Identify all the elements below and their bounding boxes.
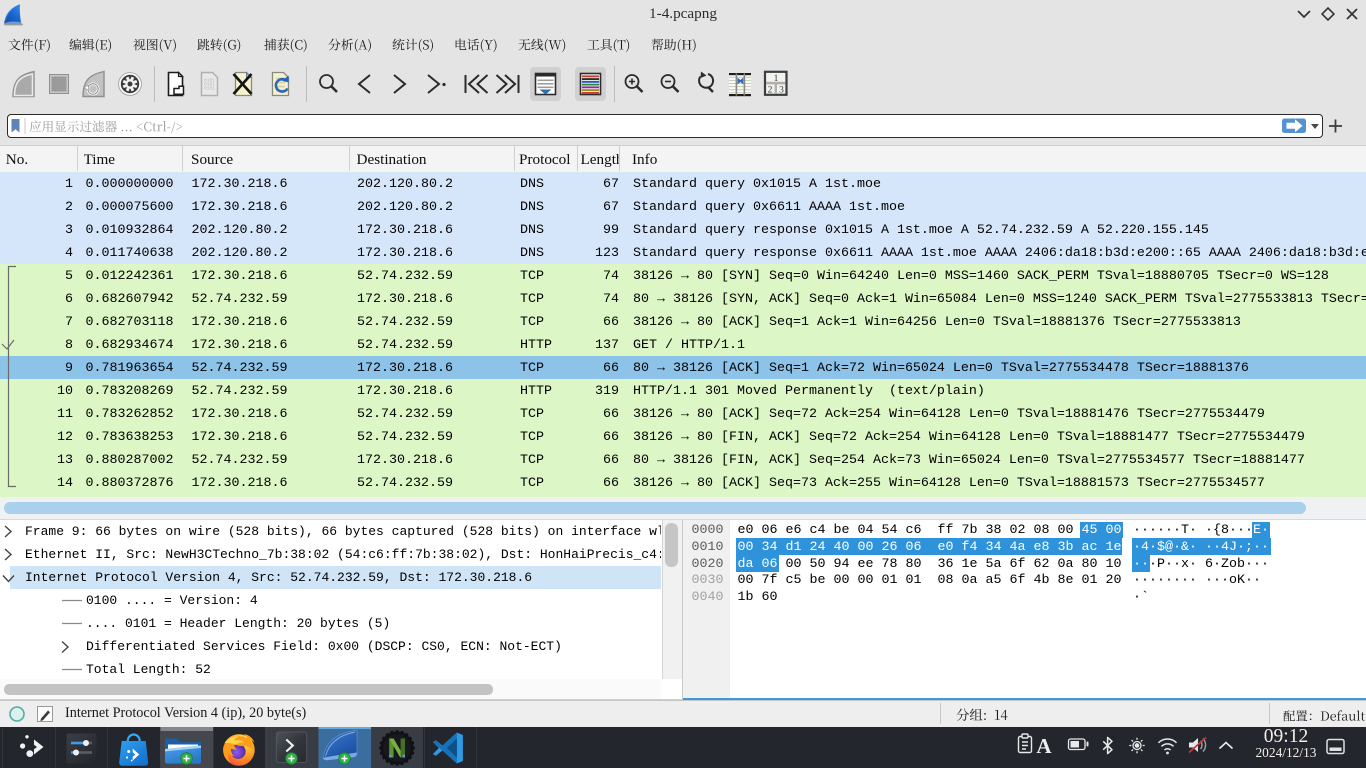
svg-text:2: 2 — [768, 86, 773, 96]
svg-text:3: 3 — [779, 86, 784, 96]
svg-text:0101: 0101 — [204, 86, 215, 92]
svg-text:A: A — [1036, 734, 1052, 758]
svg-text:1: 1 — [774, 74, 779, 84]
